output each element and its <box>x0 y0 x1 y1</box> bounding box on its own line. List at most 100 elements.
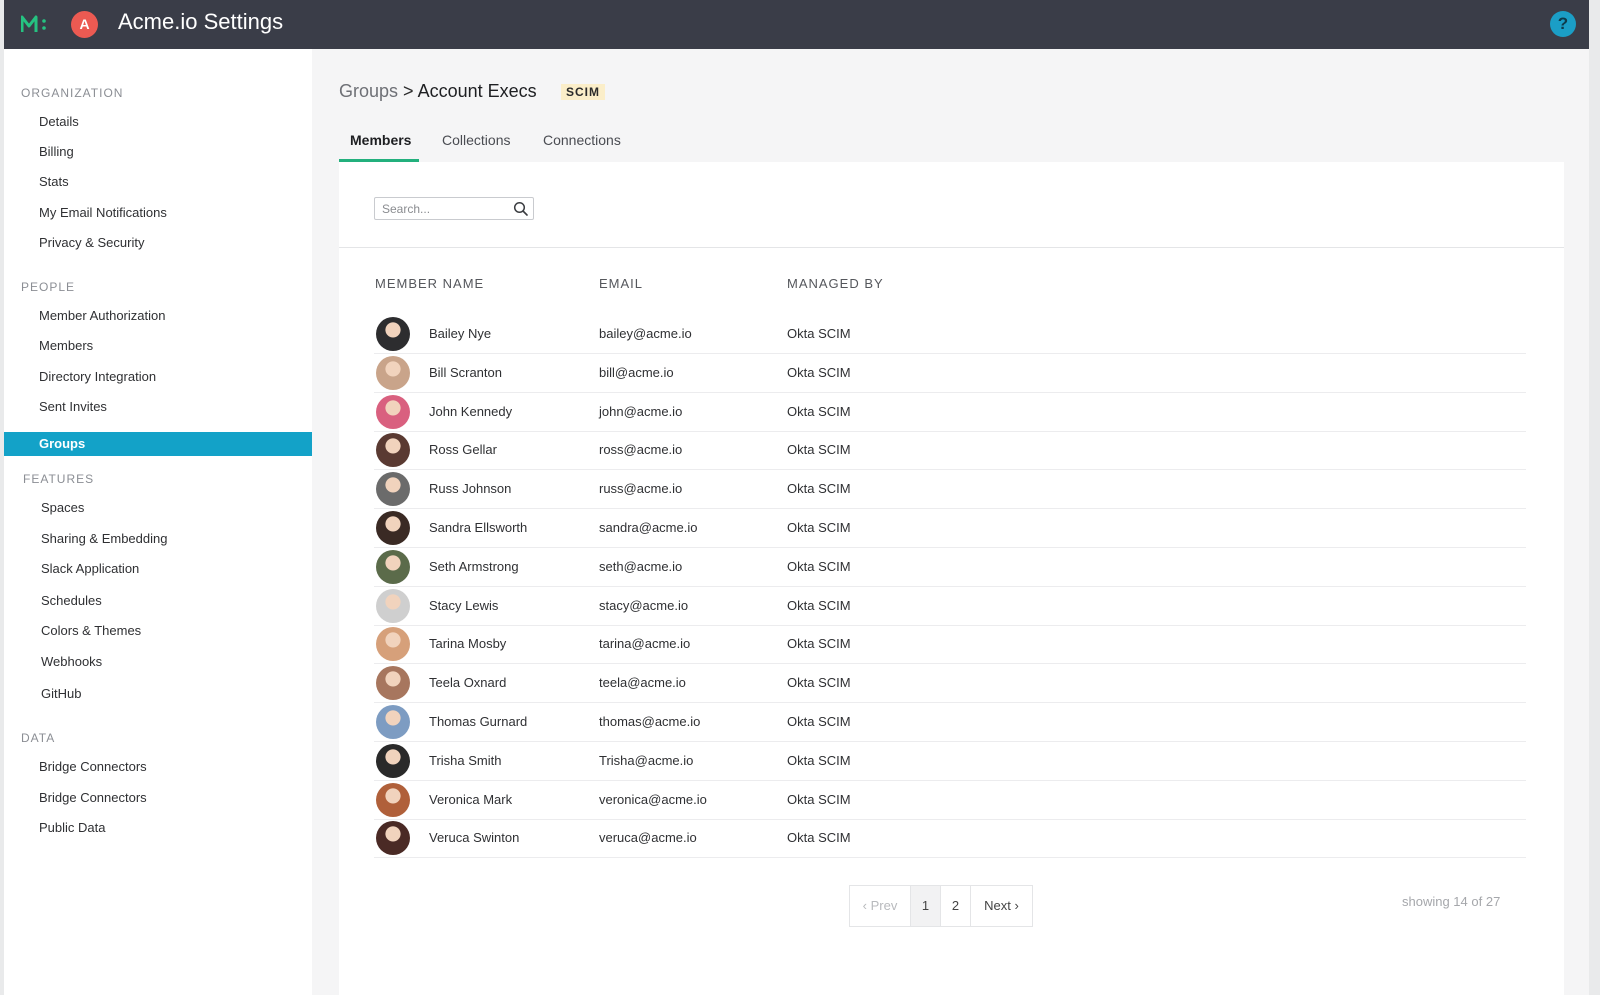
m-logo-icon[interactable] <box>21 13 53 35</box>
managed-by: Okta SCIM <box>787 597 851 613</box>
sidebar-item-directory-integration[interactable]: Directory Integration <box>39 367 156 387</box>
managed-by: Okta SCIM <box>787 481 851 497</box>
table-row[interactable]: Thomas Gurnard thomas@acme.io Okta SCIM <box>374 703 1526 742</box>
sidebar-item-spaces[interactable]: Spaces <box>41 498 84 518</box>
member-email: bill@acme.io <box>599 364 674 380</box>
avatar <box>376 433 410 468</box>
next-page-button[interactable]: Next › <box>971 886 1032 926</box>
managed-by: Okta SCIM <box>787 558 851 574</box>
member-name: Seth Armstrong <box>429 558 519 574</box>
sidebar-item-github[interactable]: GitHub <box>41 684 81 704</box>
sidebar-section-organization: ORGANIZATION <box>21 86 124 100</box>
search-icon[interactable] <box>513 201 529 217</box>
tab-collections[interactable]: Collections <box>442 132 510 148</box>
avatar <box>376 511 410 545</box>
page-2-button[interactable]: 2 <box>941 886 971 926</box>
breadcrumb: Groups > Account Execs <box>339 81 537 102</box>
table-row[interactable]: Ross Gellar ross@acme.io Okta SCIM <box>374 431 1526 471</box>
member-name: Thomas Gurnard <box>429 714 528 729</box>
managed-by: Okta SCIM <box>787 403 851 419</box>
table-row[interactable]: Russ Johnson russ@acme.io Okta SCIM <box>374 470 1526 510</box>
managed-by: Okta SCIM <box>787 714 851 729</box>
sidebar-item-details[interactable]: Details <box>39 112 79 132</box>
sidebar-item-bridge-connectors[interactable]: Bridge Connectors <box>39 757 147 777</box>
member-name: Tarina Mosby <box>429 636 507 652</box>
managed-by: Okta SCIM <box>787 520 851 535</box>
member-email: Trisha@acme.io <box>599 752 694 768</box>
table-row[interactable]: Seth Armstrong seth@acme.io Okta SCIM <box>374 548 1526 587</box>
sidebar-item-public-data[interactable]: Public Data <box>39 818 105 838</box>
page-1-button[interactable]: 1 <box>911 886 941 926</box>
sidebar-item-billing[interactable]: Billing <box>39 142 74 162</box>
avatar <box>376 743 410 778</box>
avatar <box>376 821 410 856</box>
sidebar-item-bridge-connectors[interactable]: Bridge Connectors <box>39 788 147 808</box>
column-header-member-name[interactable]: MEMBER NAME <box>375 276 484 291</box>
sidebar-item-webhooks[interactable]: Webhooks <box>41 652 102 672</box>
prev-page-button[interactable]: ‹ Prev <box>850 886 911 926</box>
sidebar-item-label: Groups <box>39 436 86 451</box>
managed-by: Okta SCIM <box>787 675 851 691</box>
member-email: veronica@acme.io <box>599 791 707 807</box>
member-email: tarina@acme.io <box>599 636 691 652</box>
table-row[interactable]: Tarina Mosby tarina@acme.io Okta SCIM <box>374 625 1526 665</box>
member-email: ross@acme.io <box>599 442 683 458</box>
sidebar-item-members[interactable]: Members <box>39 336 93 356</box>
avatar <box>376 355 410 390</box>
member-name: Sandra Ellsworth <box>429 520 528 535</box>
member-name: Stacy Lewis <box>429 597 499 613</box>
table-row[interactable]: Bill Scranton bill@acme.io Okta SCIM <box>374 354 1526 393</box>
member-name: Bailey Nye <box>429 326 492 341</box>
member-email: thomas@acme.io <box>599 714 701 729</box>
table-row[interactable]: Stacy Lewis stacy@acme.io Okta SCIM <box>374 587 1526 626</box>
help-icon[interactable]: ? <box>1550 11 1576 37</box>
avatar <box>376 394 410 429</box>
tab-connections[interactable]: Connections <box>543 132 621 148</box>
table-row[interactable]: Trisha Smith Trisha@acme.io Okta SCIM <box>374 742 1526 781</box>
member-name: Russ Johnson <box>429 481 512 497</box>
managed-by: Okta SCIM <box>787 830 851 846</box>
search-input[interactable] <box>382 201 507 217</box>
member-email: teela@acme.io <box>599 675 686 691</box>
column-header-managed-by[interactable]: MANAGED BY <box>787 276 884 291</box>
managed-by: Okta SCIM <box>787 752 851 768</box>
table-row[interactable]: Sandra Ellsworth sandra@acme.io Okta SCIM <box>374 509 1526 548</box>
sidebar-item-privacy-security[interactable]: Privacy & Security <box>39 233 144 253</box>
column-header-email[interactable]: EMAIL <box>599 276 643 291</box>
member-name: Bill Scranton <box>429 364 502 380</box>
sidebar-item-colors-themes[interactable]: Colors & Themes <box>41 621 141 641</box>
table-row[interactable]: John Kennedy john@acme.io Okta SCIM <box>374 393 1526 432</box>
table-row[interactable]: Veronica Mark veronica@acme.io Okta SCIM <box>374 781 1526 820</box>
sidebar-item-member-authorization[interactable]: Member Authorization <box>39 306 165 326</box>
breadcrumb-groups-link[interactable]: Groups <box>339 81 398 101</box>
sidebar-item-schedules[interactable]: Schedules <box>41 591 102 611</box>
page-title: Account Execs <box>417 81 537 101</box>
table-row[interactable]: Teela Oxnard teela@acme.io Okta SCIM <box>374 664 1526 704</box>
sidebar-item-stats[interactable]: Stats <box>39 172 69 192</box>
top-bar: A Acme.io Settings ? <box>4 0 1589 49</box>
member-name: Ross Gellar <box>429 442 497 458</box>
table-row[interactable]: Veruca Swinton veruca@acme.io Okta SCIM <box>374 819 1526 859</box>
member-email: veruca@acme.io <box>599 830 697 846</box>
sidebar-item-sent-invites[interactable]: Sent Invites <box>39 397 107 417</box>
managed-by: Okta SCIM <box>787 442 851 458</box>
avatar <box>376 627 410 662</box>
member-name: Trisha Smith <box>429 752 502 768</box>
member-name: Veronica Mark <box>429 791 513 807</box>
sidebar-item-groups[interactable]: Groups <box>4 432 313 456</box>
member-name: Veruca Swinton <box>429 830 520 846</box>
sidebar-item-email-notifications[interactable]: My Email Notifications <box>39 203 167 223</box>
managed-by: Okta SCIM <box>787 364 851 380</box>
avatar <box>376 549 410 584</box>
sidebar-item-sharing-embedding[interactable]: Sharing & Embedding <box>41 529 167 549</box>
member-email: john@acme.io <box>599 403 683 419</box>
tab-members[interactable]: Members <box>350 132 411 148</box>
member-email: sandra@acme.io <box>599 520 698 535</box>
pagination-status: showing 14 of 27 <box>1402 894 1501 909</box>
member-name: John Kennedy <box>429 403 513 419</box>
sidebar-item-slack-application[interactable]: Slack Application <box>41 559 139 579</box>
table-row[interactable]: Bailey Nye bailey@acme.io Okta SCIM <box>374 315 1526 354</box>
org-avatar[interactable]: A <box>71 11 98 38</box>
managed-by: Okta SCIM <box>787 636 851 652</box>
sidebar-section-data: DATA <box>21 731 56 745</box>
